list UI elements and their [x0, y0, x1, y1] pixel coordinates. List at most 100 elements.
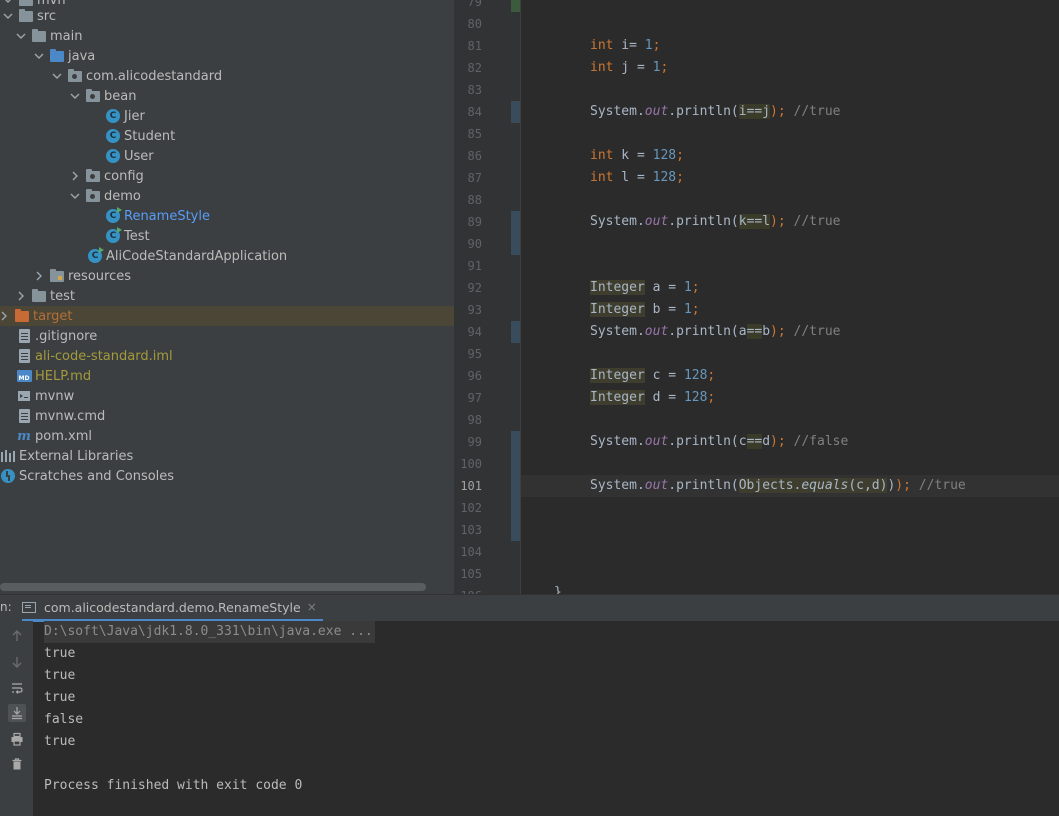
tree-item-label: RenameStyle	[124, 208, 210, 224]
tree-item-package-root[interactable]: com.alicodestandard	[0, 66, 454, 86]
chevron-right-icon[interactable]	[69, 170, 81, 182]
closing-brace: }	[554, 585, 562, 594]
tree-item-java[interactable]: java	[0, 46, 454, 66]
static-method: equals	[801, 478, 849, 493]
vcs-change-marker	[511, 431, 520, 541]
tree-item-iml[interactable]: ali-code-standard.iml	[0, 346, 454, 366]
run-tool-window[interactable]: n: com.alicodestandard.demo.RenameStyle …	[0, 594, 1059, 816]
tree-item-label: mvnw	[35, 388, 75, 404]
code-line-81[interactable]: int i= 1;	[590, 35, 660, 57]
tree-item-bean[interactable]: bean	[0, 86, 454, 106]
code-line-82[interactable]: int j = 1;	[590, 57, 668, 79]
chevron-right-icon[interactable]	[0, 310, 10, 322]
code-line-89[interactable]: System.out.println(k==l); //true	[590, 211, 841, 233]
line-number: 96	[467, 369, 482, 383]
module-file-icon	[16, 348, 32, 364]
code-line-93[interactable]: Integer b = 1;	[590, 299, 700, 321]
code-line-97[interactable]: Integer d = 128;	[590, 387, 715, 409]
folder-icon	[31, 288, 47, 304]
chevron-down-icon[interactable]	[2, 10, 14, 22]
line-number: 82	[467, 61, 482, 75]
tree-item-pom[interactable]: m pom.xml	[0, 426, 454, 446]
console-command-line: D:\soft\Java\jdk1.8.0_331\bin\java.exe .…	[44, 621, 375, 643]
tree-item-src[interactable]: src	[0, 6, 454, 26]
code-text: k =	[613, 148, 653, 163]
number-literal: 1	[644, 38, 653, 53]
tree-item-main[interactable]: main	[0, 26, 454, 46]
soft-wrap-icon[interactable]	[8, 679, 26, 697]
code-text: d	[762, 434, 771, 449]
code-line-96[interactable]: Integer c = 128;	[590, 365, 715, 387]
tree-item-label: mvnw.cmd	[35, 408, 106, 424]
code-editor[interactable]: 79 80 81 82 83 84 85 86 87 88 89 90 91 9…	[454, 0, 1059, 594]
tree-item-label: resources	[68, 268, 132, 284]
console-output-line: true	[44, 690, 76, 705]
code-text: .println(	[668, 214, 739, 229]
chevron-right-icon[interactable]	[33, 270, 45, 282]
line-number: 87	[467, 171, 482, 185]
chevron-down-icon[interactable]	[51, 70, 63, 82]
keyword: int	[590, 60, 614, 75]
code-text: l =	[613, 170, 653, 185]
tree-item-target[interactable]: target	[0, 306, 454, 326]
library-icon	[0, 448, 16, 464]
tree-item-renamestyle[interactable]: C RenameStyle	[0, 206, 454, 226]
arrow-up-icon[interactable]	[8, 627, 26, 645]
code-line-87[interactable]: int l = 128;	[590, 167, 684, 189]
code-line-106[interactable]: }	[554, 582, 562, 594]
code-line-99[interactable]: System.out.println(c==d); //false	[590, 431, 848, 453]
tree-item-jier[interactable]: C Jier	[0, 106, 454, 126]
tree-item-mvnw[interactable]: mvnw	[0, 386, 454, 406]
number-literal: 1	[683, 280, 692, 295]
code-line-92[interactable]: Integer a = 1;	[590, 277, 700, 299]
tree-item-label: Scratches and Consoles	[19, 468, 175, 484]
line-number: 85	[467, 127, 482, 141]
tree-item-student[interactable]: C Student	[0, 126, 454, 146]
class-icon: C	[105, 128, 121, 144]
line-number-gutter[interactable]: 79 80 81 82 83 84 85 86 87 88 89 90 91 9…	[454, 0, 521, 594]
tree-item-mvnw-cmd[interactable]: mvnw.cmd	[0, 406, 454, 426]
close-icon[interactable]: ×	[307, 600, 317, 614]
code-line-84[interactable]: System.out.println(i==j); //true	[590, 101, 841, 123]
line-number: 99	[467, 435, 482, 449]
chevron-right-icon[interactable]	[15, 290, 27, 302]
semicolon: ;	[676, 148, 684, 163]
chevron-down-icon[interactable]	[69, 190, 81, 202]
code-punct: );	[895, 478, 911, 493]
tree-item-help-md[interactable]: MD HELP.md	[0, 366, 454, 386]
static-field: out	[644, 434, 669, 449]
tree-item-config[interactable]: config	[0, 166, 454, 186]
markdown-icon: MD	[16, 368, 32, 384]
horizontal-scrollbar[interactable]	[0, 583, 426, 591]
tree-item-test-class[interactable]: C Test	[0, 226, 454, 246]
line-number: 97	[467, 391, 482, 405]
number-literal: 128	[652, 170, 677, 185]
chevron-down-icon[interactable]	[33, 50, 45, 62]
static-field: out	[644, 478, 669, 493]
tree-item-user[interactable]: C User	[0, 146, 454, 166]
tree-item-resources[interactable]: resources	[0, 266, 454, 286]
highlighted-text: j	[762, 104, 771, 119]
code-text: System.	[590, 478, 645, 493]
code-line-86[interactable]: int k = 128;	[590, 145, 684, 167]
print-icon[interactable]	[8, 730, 26, 748]
code-line-101[interactable]: System.out.println(Objects.equals(c,d)))…	[590, 475, 966, 497]
tree-item-external-libraries[interactable]: External Libraries	[0, 446, 454, 466]
tree-item-label: com.alicodestandard	[86, 68, 223, 84]
tree-item-application[interactable]: C AliCodeStandardApplication	[0, 246, 454, 266]
trash-icon[interactable]	[8, 755, 26, 773]
tree-item-demo[interactable]: demo	[0, 186, 454, 206]
run-configuration-tab[interactable]: com.alicodestandard.demo.RenameStyle ×	[22, 595, 323, 622]
tree-item-gitignore[interactable]: .gitignore	[0, 326, 454, 346]
arrow-down-icon[interactable]	[8, 653, 26, 671]
tree-item-test-folder[interactable]: test	[0, 286, 454, 306]
code-line-94[interactable]: System.out.println(a==b); //true	[590, 321, 841, 343]
tree-item-scratches[interactable]: Scratches and Consoles	[0, 466, 454, 486]
chevron-down-icon[interactable]	[15, 30, 27, 42]
chevron-down-icon[interactable]	[69, 90, 81, 102]
code-text: a =	[644, 280, 684, 295]
package-icon	[85, 168, 101, 184]
scroll-to-end-icon[interactable]	[8, 704, 26, 722]
project-tree[interactable]: mvn src main java com.alicodestandard be…	[0, 0, 454, 594]
type-name: Objects	[738, 478, 794, 493]
